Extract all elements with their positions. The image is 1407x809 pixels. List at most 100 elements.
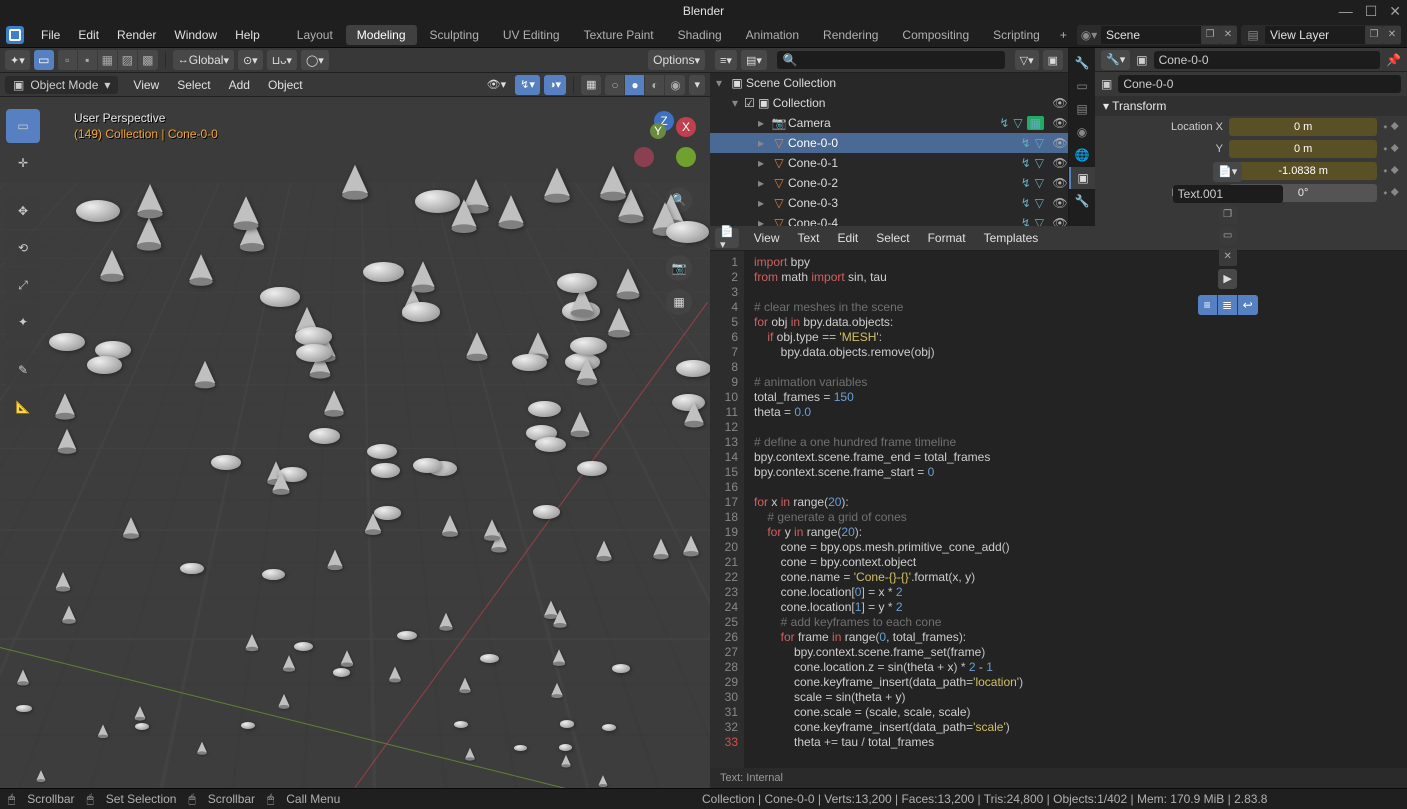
props-editor-dropdown[interactable]: 🔧▾	[1101, 50, 1130, 70]
outliner-tree[interactable]: ▾▣ Scene Collection ▾☑ ▣ Collection 👁 ▸📷…	[710, 73, 1068, 226]
sel-mode-3[interactable]: ▦	[98, 50, 118, 70]
minimize-button[interactable]: —	[1339, 3, 1353, 20]
te-menu-templates[interactable]: Templates	[975, 231, 1048, 245]
vp-menu-add[interactable]: Add	[220, 78, 259, 92]
outliner-search[interactable]	[777, 51, 1005, 69]
vp-menu-select[interactable]: Select	[168, 78, 219, 92]
loc-x[interactable]: 0 m	[1229, 118, 1377, 136]
axis-x[interactable]: X	[676, 117, 696, 137]
eye-icon[interactable]: 👁	[1052, 116, 1068, 130]
tab-animation[interactable]: Animation	[735, 25, 810, 45]
te-menu-edit[interactable]: Edit	[829, 231, 868, 245]
viewlayer-close-button[interactable]: ✕	[1383, 26, 1401, 44]
vp-menu-view[interactable]: View	[124, 78, 168, 92]
tab-modeling[interactable]: Modeling	[346, 25, 417, 45]
viewlayer-selector[interactable]: ▤ ❐ ✕	[1241, 25, 1401, 45]
outliner-collection-row[interactable]: ▾☑ ▣ Collection 👁	[710, 93, 1068, 113]
select-mode-tweak[interactable]: ▭	[34, 50, 54, 70]
text-unlink[interactable]: ▭	[1219, 227, 1237, 245]
close-button[interactable]: ✕	[1389, 3, 1401, 20]
gizmo-toggle[interactable]: ↯▾	[515, 75, 540, 95]
menu-file[interactable]: File	[32, 28, 69, 42]
te-menu-view[interactable]: View	[745, 231, 789, 245]
ortho-button[interactable]: ▦	[666, 289, 692, 315]
rotate-tool[interactable]: ⟲	[6, 231, 40, 265]
options-dropdown[interactable]: Options ▾	[648, 50, 705, 70]
tab-viewlayer[interactable]: ▤	[1069, 98, 1095, 120]
camera-button[interactable]: 📷	[666, 255, 692, 281]
proportional-toggle[interactable]: ◯▾	[301, 50, 329, 70]
tab-scene[interactable]: ◉	[1069, 121, 1095, 143]
tab-uv-editing[interactable]: UV Editing	[492, 25, 571, 45]
pin-icon[interactable]: 📌	[1386, 53, 1401, 67]
outliner-item[interactable]: ▸📷Camera↯▽▦👁	[710, 113, 1068, 133]
te-menu-format[interactable]: Format	[919, 231, 975, 245]
sel-mode-2[interactable]: ▪	[78, 50, 98, 70]
shading-render[interactable]: ◉	[665, 75, 685, 95]
transform-tool[interactable]: ✦	[6, 305, 40, 339]
xray-toggle[interactable]: ▦	[581, 75, 601, 95]
outliner-editor-dropdown[interactable]: ≡▾	[715, 50, 737, 70]
menu-edit[interactable]: Edit	[69, 28, 108, 42]
mode-dropdown[interactable]: ▣ Object Mode ▾	[5, 76, 118, 94]
outliner-filter-button[interactable]: ▽▾	[1015, 50, 1039, 70]
outliner-display-dropdown[interactable]: ▤▾	[741, 50, 767, 70]
viewlayer-name-input[interactable]	[1265, 26, 1365, 44]
scene-close-button[interactable]: ✕	[1219, 26, 1237, 44]
outliner-new-collection[interactable]: ▣	[1043, 50, 1063, 70]
tab-compositing[interactable]: Compositing	[891, 25, 980, 45]
pivot-dropdown[interactable]: ⊙▾	[238, 50, 263, 70]
outliner-item[interactable]: ▸▽Cone-0-0↯▽👁	[710, 133, 1068, 153]
measure-tool[interactable]: 📐	[6, 390, 40, 424]
outliner-item[interactable]: ▸▽Cone-0-2↯▽👁	[710, 173, 1068, 193]
axis-y-neg[interactable]	[676, 147, 696, 167]
menu-render[interactable]: Render	[108, 28, 165, 42]
visibility-dropdown[interactable]: 👁▾	[482, 75, 512, 95]
viewport-3d[interactable]: User Perspective (149) Collection | Cone…	[0, 97, 710, 788]
vp-menu-object[interactable]: Object	[259, 78, 312, 92]
select-box-tool[interactable]: ▭	[6, 109, 40, 143]
tab-layout[interactable]: Layout	[286, 25, 344, 45]
blender-logo-icon[interactable]	[6, 26, 24, 44]
sel-mode-5[interactable]: ▩	[138, 50, 158, 70]
overlays-toggle[interactable]: ◑▾	[544, 75, 566, 95]
tab-output[interactable]: ▭	[1069, 75, 1095, 97]
outliner-item[interactable]: ▸▽Cone-0-4↯▽👁	[710, 213, 1068, 226]
transform-panel-header[interactable]: ▾ Transform	[1095, 96, 1407, 116]
shading-wire[interactable]: ○	[605, 75, 625, 95]
annotate-tool[interactable]: ✎	[6, 353, 40, 387]
scene-browse-button[interactable]: ❐	[1201, 26, 1219, 44]
cursor-tool[interactable]: ✛	[6, 146, 40, 180]
shading-options-dropdown[interactable]: ▾	[689, 75, 705, 95]
scene-name-input[interactable]	[1101, 26, 1201, 44]
workspace-add-button[interactable]: +	[1052, 25, 1075, 45]
eye-icon[interactable]: 👁	[1052, 136, 1068, 150]
scene-selector[interactable]: ◉▾ ❐ ✕	[1077, 25, 1237, 45]
orbit-gizmo[interactable]: X Z Y	[638, 111, 692, 165]
te-menu-select[interactable]: Select	[867, 231, 918, 245]
text-name-input[interactable]	[1173, 185, 1283, 203]
outliner-item[interactable]: ▸▽Cone-0-3↯▽👁	[710, 193, 1068, 213]
menu-help[interactable]: Help	[226, 28, 269, 42]
editor-type-dropdown[interactable]: ✦▾	[5, 50, 30, 70]
axis-x-neg[interactable]	[634, 147, 654, 167]
viewlayer-browse-button[interactable]: ❐	[1365, 26, 1383, 44]
texted-editor-dropdown[interactable]: 📄▾	[715, 228, 739, 248]
sel-mode-4[interactable]: ▨	[118, 50, 138, 70]
props-object-name-2[interactable]	[1118, 75, 1401, 93]
tab-sculpting[interactable]: Sculpting	[419, 25, 490, 45]
text-browse[interactable]: 📄▾	[1213, 162, 1242, 182]
eye-icon[interactable]: 👁	[1052, 96, 1068, 110]
shading-solid[interactable]: ●	[625, 75, 645, 95]
loc-y[interactable]: 0 m	[1229, 140, 1377, 158]
tab-render[interactable]: 🔧	[1069, 52, 1095, 74]
axis-y[interactable]: Y	[650, 123, 666, 139]
tab-texture-paint[interactable]: Texture Paint	[573, 25, 665, 45]
text-dup[interactable]: ❐	[1219, 206, 1237, 224]
tab-shading[interactable]: Shading	[667, 25, 733, 45]
outliner-item[interactable]: ▸▽Cone-0-1↯▽👁	[710, 153, 1068, 173]
scale-tool[interactable]: ⤢	[6, 268, 40, 302]
move-tool[interactable]: ✥	[6, 194, 40, 228]
outliner-scene-row[interactable]: ▾▣ Scene Collection	[710, 73, 1068, 93]
tab-rendering[interactable]: Rendering	[812, 25, 889, 45]
